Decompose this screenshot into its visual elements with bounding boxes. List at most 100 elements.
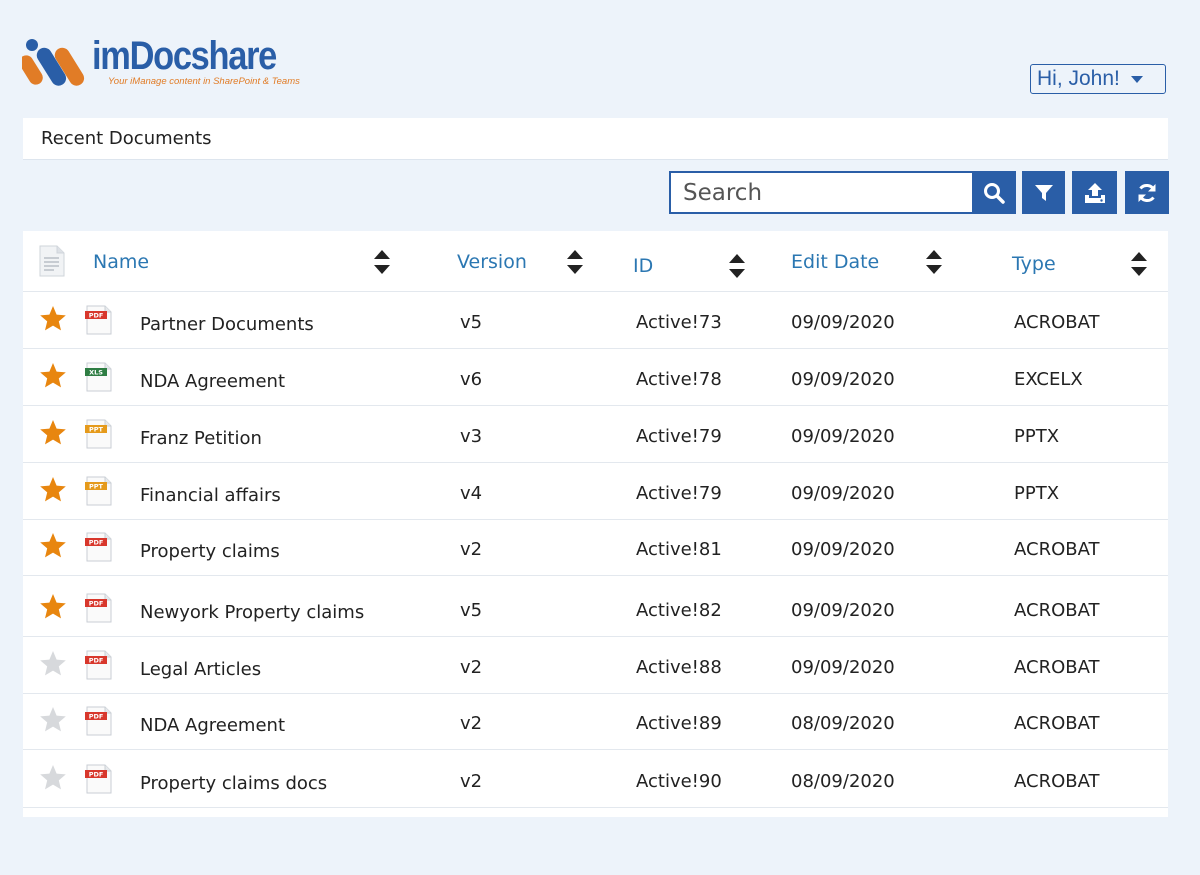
document-version: v5 xyxy=(460,600,483,621)
file-type-badge: XLS xyxy=(89,369,103,377)
document-id: Active!73 xyxy=(636,312,722,333)
document-type: EXCELX xyxy=(1014,369,1083,390)
document-type-icon xyxy=(39,245,65,277)
star-filled-icon[interactable] xyxy=(39,476,67,504)
pdf-file-icon: PDF xyxy=(85,650,112,680)
column-header-edit-date[interactable]: Edit Date xyxy=(791,251,879,273)
sort-version-icon[interactable] xyxy=(566,249,584,275)
document-name[interactable]: Financial affairs xyxy=(140,485,281,506)
document-type: PPTX xyxy=(1014,483,1060,504)
document-version: v4 xyxy=(460,483,483,504)
document-name[interactable]: Legal Articles xyxy=(140,659,261,680)
document-edit-date: 09/09/2020 xyxy=(791,369,895,390)
document-id: Active!82 xyxy=(636,600,722,621)
document-version: v6 xyxy=(460,369,483,390)
document-edit-date: 09/09/2020 xyxy=(791,312,895,333)
table-row[interactable]: PDF NDA Agreement v2 Active!89 08/09/2020 ACR… xyxy=(23,693,1168,750)
star-empty-icon[interactable] xyxy=(39,706,67,734)
ppt-file-icon: PPT xyxy=(85,476,112,506)
xls-file-icon: XLS xyxy=(85,362,112,392)
search-button[interactable] xyxy=(972,171,1016,214)
sort-name-icon[interactable] xyxy=(373,249,391,275)
brand-logo: imDocshare Your iManage content in Share… xyxy=(22,34,300,92)
table-row[interactable]: PPT Financial affairs v4 Active!79 09/09/202… xyxy=(23,463,1168,520)
document-name[interactable]: NDA Agreement xyxy=(140,371,285,392)
document-version: v2 xyxy=(460,771,483,792)
file-type-badge: PPT xyxy=(89,483,104,491)
document-type: PPTX xyxy=(1014,426,1060,447)
table-row[interactable]: PDF Property claims v2 Active!81 09/09/2020 A… xyxy=(23,519,1168,576)
table-row[interactable]: XLS NDA Agreement v6 Active!78 09/09/2020 EXC… xyxy=(23,349,1168,406)
pdf-file-icon: PDF xyxy=(85,593,112,623)
star-filled-icon[interactable] xyxy=(39,593,67,621)
document-edit-date: 08/09/2020 xyxy=(791,713,895,734)
brand-name: imDocshare xyxy=(92,34,277,78)
star-empty-icon[interactable] xyxy=(39,650,67,678)
document-version: v5 xyxy=(460,312,483,333)
filter-icon xyxy=(1034,184,1053,201)
pdf-file-icon: PDF xyxy=(85,764,112,794)
table-row[interactable]: PDF Partner Documents v5 Active!73 09/09/202… xyxy=(23,292,1168,349)
document-id: Active!81 xyxy=(636,539,722,560)
document-id: Active!78 xyxy=(636,369,722,390)
document-type: ACROBAT xyxy=(1014,539,1100,560)
star-filled-icon[interactable] xyxy=(39,532,67,560)
star-empty-icon[interactable] xyxy=(39,764,67,792)
document-name[interactable]: Partner Documents xyxy=(140,314,314,335)
search-icon xyxy=(984,182,1005,204)
sort-id-icon[interactable] xyxy=(728,253,746,279)
column-header-name[interactable]: Name xyxy=(93,251,149,273)
table-row[interactable]: PDF Legal Articles v2 Active!88 09/09/2020 AC… xyxy=(23,637,1168,694)
sort-edit-date-icon[interactable] xyxy=(925,249,943,275)
star-filled-icon[interactable] xyxy=(39,305,67,333)
document-version: v2 xyxy=(460,713,483,734)
user-menu-button[interactable]: Hi, John! xyxy=(1030,64,1166,94)
pdf-file-icon: PDF xyxy=(85,532,112,562)
document-name[interactable]: Property claims docs xyxy=(140,773,327,794)
table-row[interactable]: PDF Property claims docs v2 Active!90 08/09/… xyxy=(23,751,1168,808)
file-type-badge: PPT xyxy=(89,426,104,434)
document-type: ACROBAT xyxy=(1014,600,1100,621)
search-box xyxy=(669,171,972,214)
filter-button[interactable] xyxy=(1022,171,1065,214)
document-name[interactable]: NDA Agreement xyxy=(140,715,285,736)
column-header-id[interactable]: ID xyxy=(633,255,653,277)
document-name[interactable]: Franz Petition xyxy=(140,428,262,449)
document-id: Active!79 xyxy=(636,426,722,447)
pdf-file-icon: PDF xyxy=(85,305,112,335)
table-row[interactable]: PPT Franz Petition v3 Active!79 09/09/2020 PP… xyxy=(23,406,1168,463)
document-id: Active!89 xyxy=(636,713,722,734)
document-edit-date: 09/09/2020 xyxy=(791,657,895,678)
section-header: Recent Documents xyxy=(23,118,1168,160)
document-edit-date: 08/09/2020 xyxy=(791,771,895,792)
star-filled-icon[interactable] xyxy=(39,419,67,447)
refresh-icon xyxy=(1138,183,1156,202)
sort-type-icon[interactable] xyxy=(1130,251,1148,277)
file-type-badge: PDF xyxy=(89,539,104,547)
search-input[interactable] xyxy=(671,173,972,212)
pdf-file-icon: PDF xyxy=(85,706,112,736)
document-id: Active!79 xyxy=(636,483,722,504)
document-version: v2 xyxy=(460,657,483,678)
document-edit-date: 09/09/2020 xyxy=(791,600,895,621)
brand-tagline: Your iManage content in SharePoint & Tea… xyxy=(108,76,300,87)
file-type-badge: PDF xyxy=(89,713,104,721)
refresh-button[interactable] xyxy=(1125,171,1169,214)
file-type-badge: PDF xyxy=(89,657,104,665)
upload-icon xyxy=(1084,182,1105,203)
document-name[interactable]: Newyork Property claims xyxy=(140,602,364,623)
column-header-type[interactable]: Type xyxy=(1012,253,1056,275)
star-filled-icon[interactable] xyxy=(39,362,67,390)
column-header-version[interactable]: Version xyxy=(457,251,527,273)
caret-down-icon xyxy=(1131,76,1143,83)
document-type: ACROBAT xyxy=(1014,657,1100,678)
document-name[interactable]: Property claims xyxy=(140,541,280,562)
documents-table: Name Version ID Edit Date Type PDF Partne… xyxy=(23,231,1168,817)
document-version: v2 xyxy=(460,539,483,560)
table-row[interactable]: PDF Newyork Property claims v5 Active!82 09/… xyxy=(23,580,1168,637)
brand-logo-icon xyxy=(22,39,85,86)
document-type: ACROBAT xyxy=(1014,771,1100,792)
document-type: ACROBAT xyxy=(1014,713,1100,734)
document-type: ACROBAT xyxy=(1014,312,1100,333)
upload-button[interactable] xyxy=(1072,171,1117,214)
